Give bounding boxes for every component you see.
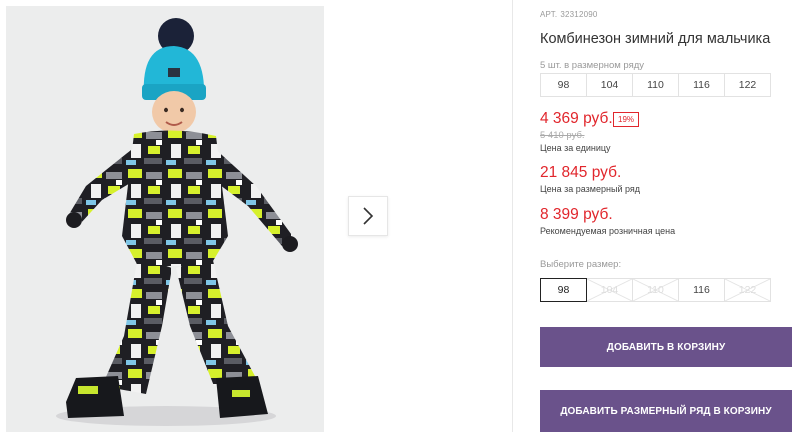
gallery-next-button[interactable] xyxy=(348,196,388,236)
panel-divider xyxy=(512,0,513,432)
product-photo xyxy=(6,6,324,432)
size-option-98[interactable]: 98 xyxy=(540,278,587,302)
pack-size-list: 98 104 110 116 122 xyxy=(540,73,771,97)
size-select-label: Выберите размер: xyxy=(540,259,622,270)
product-title: Комбинезон зимний для мальчика xyxy=(540,31,771,47)
product-info-panel: АРТ. 32312090 Комбинезон зимний для мальч… xyxy=(540,0,792,432)
pack-size-item: 116 xyxy=(678,73,725,97)
size-option-110: 110 xyxy=(632,278,679,302)
product-gallery xyxy=(0,0,512,432)
retail-price-caption: Рекомендуемая розничная цена xyxy=(540,226,676,236)
article-value: 32312090 xyxy=(560,10,598,19)
old-price: 5 410 руб. xyxy=(540,130,585,141)
pack-price: 21 845 руб. xyxy=(540,164,622,181)
size-option-122: 122 xyxy=(724,278,771,302)
size-option-116[interactable]: 116 xyxy=(678,278,725,302)
discount-badge: 19% xyxy=(613,112,640,127)
size-option-104: 104 xyxy=(586,278,633,302)
article-number: АРТ. 32312090 xyxy=(540,10,601,19)
pack-size-item: 122 xyxy=(724,73,771,97)
chevron-right-icon xyxy=(363,207,374,225)
pack-size-item: 104 xyxy=(586,73,633,97)
size-option-label: 110 xyxy=(647,284,664,296)
unit-price-caption: Цена за единицу xyxy=(540,143,611,153)
article-label: АРТ. xyxy=(540,10,558,19)
retail-price: 8 399 руб. xyxy=(540,206,613,223)
add-to-cart-button[interactable]: ДОБАВИТЬ В КОРЗИНУ xyxy=(540,327,792,367)
pack-price-caption: Цена за размерный ряд xyxy=(540,184,641,194)
add-pack-to-cart-button[interactable]: ДОБАВИТЬ РАЗМЕРНЫЙ РЯД В КОРЗИНУ xyxy=(540,390,792,432)
size-option-label: 122 xyxy=(738,284,757,296)
pack-size-item: 98 xyxy=(540,73,587,97)
pack-info-label: 5 шт. в размерном ряду xyxy=(540,60,645,71)
pack-size-item: 110 xyxy=(632,73,679,97)
unit-price: 4 369 руб. xyxy=(540,110,613,127)
size-option-label: 104 xyxy=(600,284,619,296)
size-selector: 98 104 110 116 122 xyxy=(540,278,771,302)
